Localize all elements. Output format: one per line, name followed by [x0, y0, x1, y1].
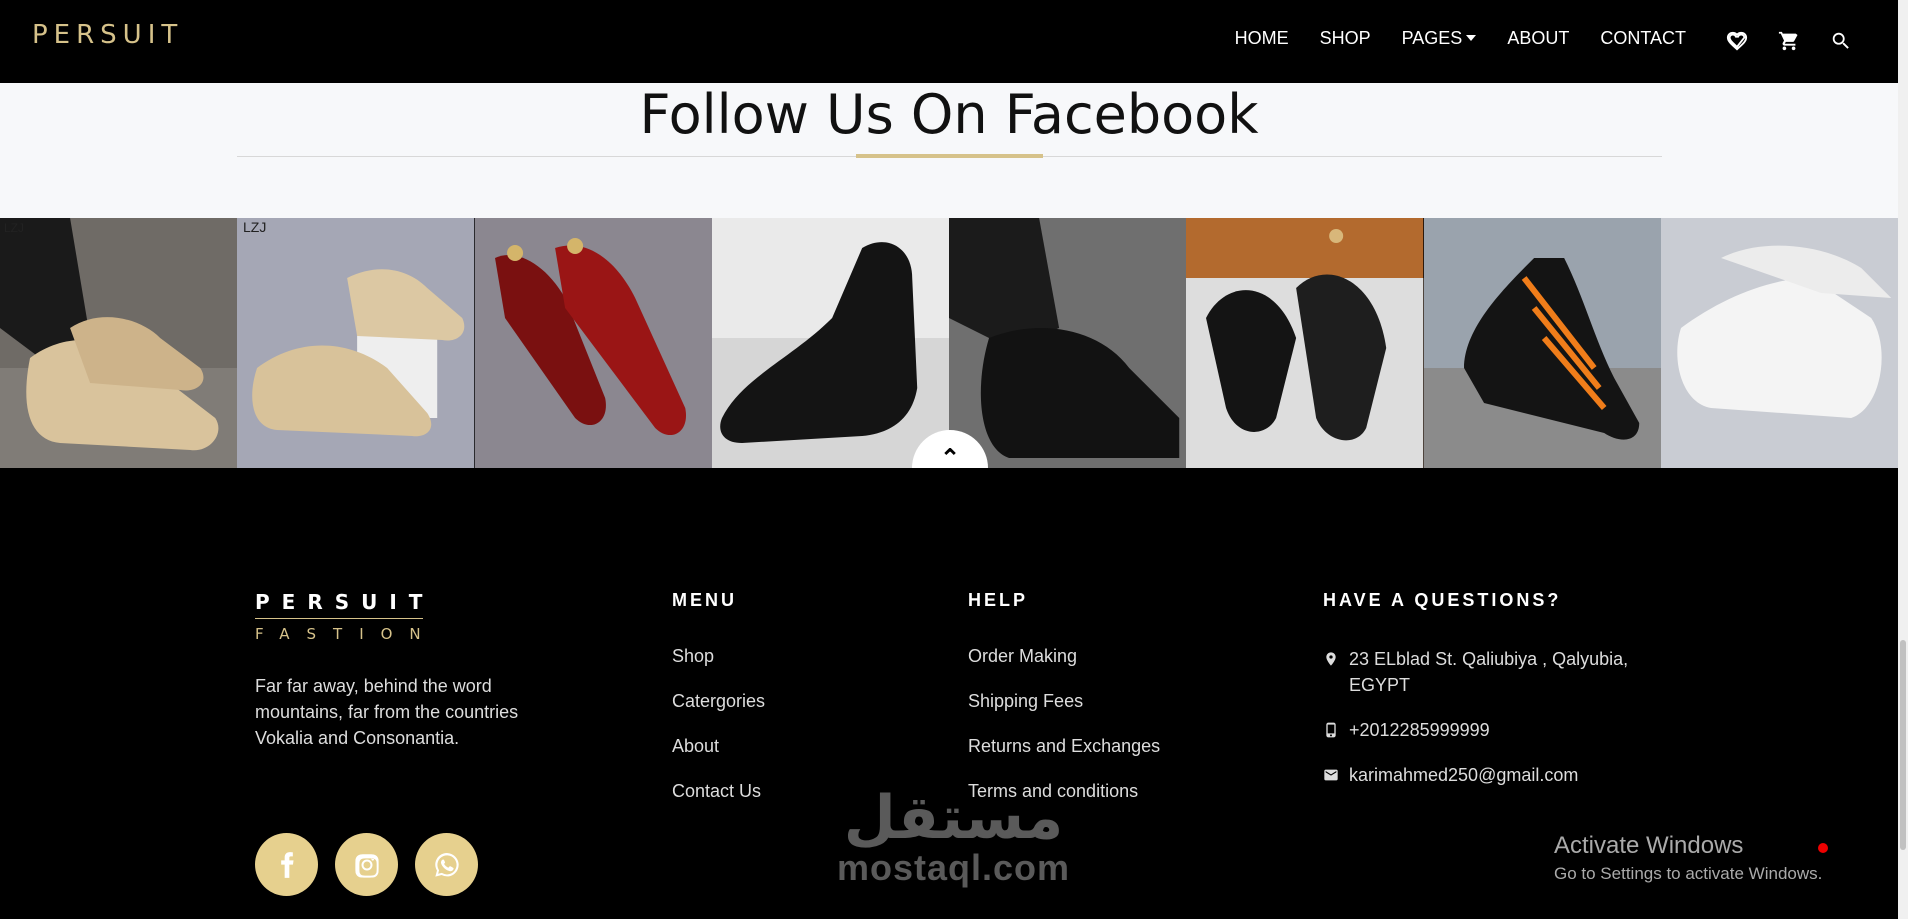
contact-address: 23 ELblad St. Qaliubiya , Qalyubia, EGYP…: [1323, 646, 1673, 698]
watermark-arabic: مستقل: [843, 783, 1064, 853]
site-footer: PERSUIT FASTION Far far away, behind the…: [0, 468, 1898, 919]
gallery-tile[interactable]: [1660, 218, 1898, 468]
nav-icons: [1700, 26, 1856, 56]
nav-shop[interactable]: SHOP: [1320, 28, 1371, 49]
footer-link-order-making[interactable]: Order Making: [968, 646, 1160, 691]
facebook-icon[interactable]: [255, 833, 318, 896]
instagram-icon[interactable]: [335, 833, 398, 896]
follow-section: Follow Us On Facebook: [0, 83, 1898, 218]
gallery-tile[interactable]: [1423, 218, 1661, 468]
gallery-tile[interactable]: LZJ: [0, 218, 238, 468]
footer-brand: PERSUIT FASTION: [255, 590, 438, 643]
scrollbar-thumb[interactable]: [1900, 640, 1906, 850]
footer-about-text: Far far away, behind the word mountains,…: [255, 676, 519, 748]
footer-menu-title: MENU: [672, 590, 737, 610]
footer-link-categories[interactable]: Catergories: [672, 691, 765, 736]
notification-dot: [1818, 843, 1828, 853]
gallery-tile[interactable]: LZJ: [237, 218, 475, 468]
footer-link-shop[interactable]: Shop: [672, 646, 765, 691]
vertical-scrollbar[interactable]: [1898, 0, 1908, 919]
follow-title: Follow Us On Facebook: [639, 83, 1259, 146]
activate-windows-notice: Activate Windows Go to Settings to activ…: [1554, 832, 1822, 884]
social-links: [255, 833, 495, 896]
footer-menu-list: Shop Catergories About Contact Us: [672, 646, 765, 826]
cart-icon[interactable]: [1774, 26, 1804, 56]
contact-phone-text: +2012285999999: [1349, 720, 1490, 740]
watermark-english: mostaql.com: [837, 847, 1071, 888]
footer-contact-info: 23 ELblad St. Qaliubiya , Qalyubia, EGYP…: [1323, 646, 1673, 807]
activate-subtitle: Go to Settings to activate Windows.: [1554, 864, 1823, 883]
whatsapp-icon[interactable]: [415, 833, 478, 896]
footer-link-contact[interactable]: Contact Us: [672, 781, 765, 826]
contact-phone[interactable]: +2012285999999: [1323, 717, 1673, 743]
nav-contact[interactable]: CONTACT: [1600, 28, 1686, 49]
footer-link-returns[interactable]: Returns and Exchanges: [968, 736, 1160, 781]
contact-email-text: karimahmed250@gmail.com: [1349, 765, 1579, 785]
footer-brand-bottom: FASTION: [255, 625, 438, 643]
phone-icon: [1326, 722, 1336, 738]
nav-pages[interactable]: PAGES: [1402, 28, 1477, 49]
footer-brand-top: PERSUIT: [255, 590, 435, 614]
activate-title: Activate Windows: [1554, 832, 1744, 859]
nav-about[interactable]: ABOUT: [1507, 28, 1569, 49]
footer-link-about[interactable]: About: [672, 736, 765, 781]
tile-label: LZJ: [4, 221, 24, 235]
brand-underline: [255, 618, 423, 619]
gallery-tile[interactable]: [949, 218, 1187, 468]
nav-pages-label: PAGES: [1401, 28, 1463, 48]
footer-link-shipping-fees[interactable]: Shipping Fees: [968, 691, 1160, 736]
tile-label: LZJ: [243, 219, 266, 235]
top-navbar: PERSUIT HOME SHOP PAGES ABOUT CONTACT: [0, 0, 1898, 83]
map-pin-icon: [1326, 652, 1336, 666]
gallery-tile[interactable]: [474, 218, 712, 468]
site-logo[interactable]: PERSUIT: [32, 20, 183, 50]
footer-contact-title: HAVE A QUESTIONS?: [1323, 590, 1562, 610]
nav-links: HOME SHOP PAGES ABOUT CONTACT: [1235, 28, 1686, 49]
nav-home[interactable]: HOME: [1235, 28, 1289, 49]
contact-address-text: 23 ELblad St. Qaliubiya , Qalyubia, EGYP…: [1349, 649, 1629, 695]
gallery-tile[interactable]: [1186, 218, 1424, 468]
gallery-tile[interactable]: [711, 218, 949, 468]
search-icon[interactable]: [1826, 26, 1856, 56]
mostaql-watermark: مستقل mostaql.com: [837, 786, 1070, 886]
footer-help-title: HELP: [968, 590, 1029, 610]
section-accent-bar: [856, 154, 1043, 158]
heart-icon[interactable]: [1722, 26, 1752, 56]
caret-down-icon: [1466, 35, 1477, 41]
contact-email[interactable]: karimahmed250@gmail.com: [1323, 762, 1673, 788]
envelope-icon: [1324, 769, 1338, 781]
